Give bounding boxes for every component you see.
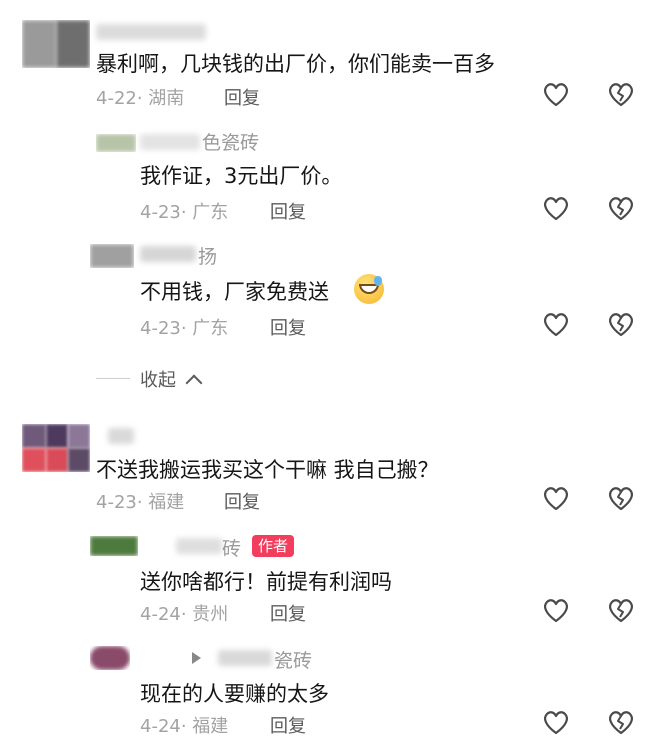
username-redacted[interactable] — [140, 246, 196, 262]
broken-heart-icon — [609, 487, 633, 511]
author-badge: 作者 — [252, 535, 295, 557]
avatar[interactable] — [22, 20, 90, 68]
username-redacted[interactable] — [140, 134, 200, 150]
reply-meta: 4-24· 福建 — [140, 716, 229, 737]
username-visible[interactable]: 扬 — [198, 242, 217, 269]
avatar[interactable] — [90, 244, 134, 268]
grinning-sweat-emoji — [354, 274, 384, 304]
like-button[interactable] — [541, 310, 571, 338]
avatar[interactable] — [90, 536, 138, 556]
heart-outline-icon — [544, 599, 568, 623]
reply-button[interactable]: 回复 — [270, 600, 306, 626]
reply-text: 现在的人要赚的太多 — [140, 682, 329, 706]
username-redacted[interactable] — [108, 428, 134, 444]
reply-meta: 4-23· 广东 — [140, 318, 229, 339]
like-button[interactable] — [541, 708, 571, 736]
heart-outline-icon — [544, 313, 568, 337]
comment-meta: 4-23· 福建 — [96, 492, 185, 513]
dislike-button[interactable] — [606, 310, 636, 338]
username-redacted[interactable] — [96, 24, 206, 40]
avatar[interactable] — [90, 646, 130, 670]
reply-button[interactable]: 回复 — [270, 198, 306, 224]
heart-outline-icon — [544, 487, 568, 511]
heart-outline-icon — [544, 711, 568, 735]
like-button[interactable] — [541, 194, 571, 222]
reply-text: 送你啥都行！前提有利润吗 — [140, 570, 392, 594]
comment-text: 暴利啊，几块钱的出厂价，你们能卖一百多 — [96, 52, 495, 76]
username-visible[interactable]: 瓷砖 — [274, 646, 312, 673]
like-button[interactable] — [541, 80, 571, 108]
like-button[interactable] — [541, 596, 571, 624]
collapse-label: 收起 — [140, 370, 176, 391]
like-button[interactable] — [541, 484, 571, 512]
broken-heart-icon — [609, 313, 633, 337]
reply-text: 不用钱，厂家免费送 — [140, 280, 329, 304]
avatar[interactable] — [22, 424, 90, 472]
username-redacted[interactable] — [218, 650, 272, 666]
dislike-button[interactable] — [606, 80, 636, 108]
play-triangle-icon — [192, 652, 201, 664]
reply-button[interactable]: 回复 — [224, 488, 260, 514]
broken-heart-icon — [609, 197, 633, 221]
dislike-button[interactable] — [606, 194, 636, 222]
broken-heart-icon — [609, 83, 633, 107]
heart-outline-icon — [544, 197, 568, 221]
reply-button[interactable]: 回复 — [270, 712, 306, 738]
reply-button[interactable]: 回复 — [270, 314, 306, 340]
dislike-button[interactable] — [606, 596, 636, 624]
collapse-replies-button[interactable]: 收起 — [140, 366, 203, 392]
reply-text: 我作证，3元出厂价。 — [140, 164, 343, 188]
dislike-button[interactable] — [606, 708, 636, 736]
avatar[interactable] — [96, 134, 136, 152]
dislike-button[interactable] — [606, 484, 636, 512]
username-visible[interactable]: 色瓷砖 — [202, 128, 259, 155]
collapse-divider — [96, 378, 130, 379]
broken-heart-icon — [609, 599, 633, 623]
heart-outline-icon — [544, 83, 568, 107]
username-redacted[interactable] — [176, 538, 222, 554]
comment-text: 不送我搬运我买这个干嘛 我自己搬？ — [96, 458, 439, 482]
comment-meta: 4-22· 湖南 — [96, 88, 185, 109]
username-visible[interactable]: 砖 — [222, 534, 241, 561]
reply-button[interactable]: 回复 — [224, 84, 260, 110]
reply-meta: 4-24· 贵州 — [140, 604, 229, 625]
broken-heart-icon — [609, 711, 633, 735]
reply-meta: 4-23· 广东 — [140, 202, 229, 223]
chevron-up-icon — [185, 374, 203, 392]
